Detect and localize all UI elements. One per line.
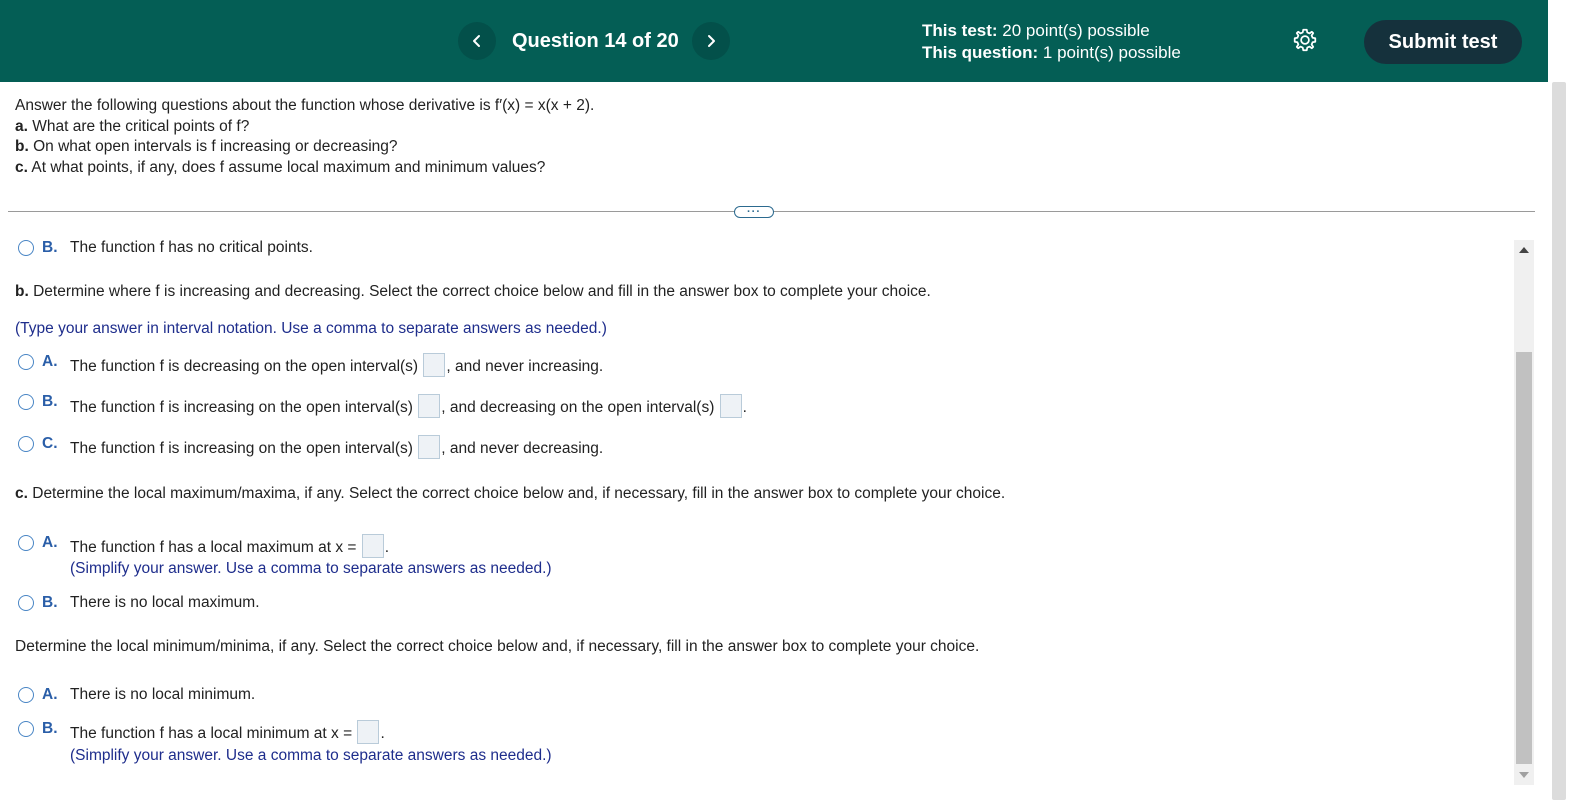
part-a-option-b-radio[interactable] bbox=[18, 240, 34, 256]
local-min-option-b-letter: B. bbox=[42, 720, 58, 737]
question-title: Question 14 of 20 bbox=[512, 30, 679, 52]
submit-test-button[interactable]: Submit test bbox=[1364, 20, 1522, 64]
previous-question-button[interactable] bbox=[458, 22, 496, 60]
question-points-label: This question: bbox=[922, 43, 1039, 62]
prompt-part-b: b. On what open intervals is f increasin… bbox=[15, 138, 398, 155]
expand-toggle-button[interactable]: ··· bbox=[734, 206, 774, 218]
local-max-option-a-radio[interactable] bbox=[18, 535, 34, 551]
answer-area-scrollbar[interactable] bbox=[1514, 240, 1534, 785]
local-min-option-a-text: There is no local minimum. bbox=[70, 686, 256, 703]
scroll-down-arrow-icon[interactable] bbox=[1519, 772, 1529, 778]
answer-box[interactable] bbox=[719, 394, 742, 418]
local-min-option-a-radio[interactable] bbox=[18, 687, 34, 703]
settings-gear-icon[interactable] bbox=[1292, 27, 1318, 53]
chevron-left-icon bbox=[473, 35, 480, 47]
part-b-option-c-text: The function f is increasing on the open… bbox=[70, 435, 603, 461]
part-b-option-a-text: The function f is decreasing on the open… bbox=[70, 353, 603, 379]
window-scrollbar-thumb[interactable] bbox=[1552, 82, 1566, 800]
next-question-button[interactable] bbox=[692, 22, 730, 60]
part-b-option-c-radio[interactable] bbox=[18, 436, 34, 452]
part-b-option-b-text: The function f is increasing on the open… bbox=[70, 394, 747, 420]
answer-box[interactable] bbox=[423, 353, 446, 377]
question-prompt: Answer the following questions about the… bbox=[15, 96, 594, 178]
local-min-instruction: Determine the local minimum/minima, if a… bbox=[15, 638, 980, 655]
prompt-intro: Answer the following questions about the… bbox=[15, 97, 595, 114]
part-b-option-a-letter: A. bbox=[42, 353, 58, 370]
part-b-hint: (Type your answer in interval notation. … bbox=[15, 320, 607, 337]
local-max-option-b-radio[interactable] bbox=[18, 595, 34, 611]
question-points-value: 1 point(s) possible bbox=[1042, 43, 1181, 62]
scroll-up-arrow-icon[interactable] bbox=[1519, 247, 1529, 253]
part-a-option-b-letter: B. bbox=[42, 239, 58, 256]
local-min-option-b-radio[interactable] bbox=[18, 721, 34, 737]
prompt-part-c: c. At what points, if any, does f assume… bbox=[15, 158, 546, 176]
local-max-option-b-text: There is no local maximum. bbox=[70, 594, 260, 611]
answer-box[interactable] bbox=[361, 534, 384, 558]
window-scrollbar[interactable] bbox=[1548, 0, 1578, 800]
local-max-option-b-letter: B. bbox=[42, 594, 58, 611]
answer-box[interactable] bbox=[418, 435, 441, 459]
part-b-option-b-radio[interactable] bbox=[18, 394, 34, 410]
part-b-instruction: b. Determine where f is increasing and d… bbox=[15, 283, 931, 300]
answer-area-scrollbar-thumb[interactable] bbox=[1516, 352, 1532, 764]
test-points-label: This test: bbox=[922, 21, 998, 40]
local-max-option-a-text: The function f has a local maximum at x … bbox=[70, 534, 389, 560]
local-min-option-b-text: The function f has a local minimum at x … bbox=[70, 720, 385, 746]
test-points-value: 20 point(s) possible bbox=[1002, 21, 1150, 40]
part-b-option-b-letter: B. bbox=[42, 393, 58, 410]
chevron-right-icon bbox=[708, 35, 715, 47]
local-min-hint: (Simplify your answer. Use a comma to se… bbox=[70, 747, 552, 764]
part-b-option-c-letter: C. bbox=[42, 435, 58, 452]
local-min-option-a-letter: A. bbox=[42, 686, 58, 703]
local-max-option-a-letter: A. bbox=[42, 534, 58, 551]
prompt-part-a: a. What are the critical points of f? bbox=[15, 117, 250, 135]
part-c-instruction: c. Determine the local maximum/maxima, i… bbox=[15, 485, 1006, 502]
points-info: This test: 20 point(s) possible This que… bbox=[922, 20, 1181, 64]
local-max-hint: (Simplify your answer. Use a comma to se… bbox=[70, 560, 552, 577]
answer-box[interactable] bbox=[418, 394, 441, 418]
top-bar: Question 14 of 20 This test: 20 point(s)… bbox=[0, 0, 1548, 82]
answer-box[interactable] bbox=[357, 720, 380, 744]
part-a-option-b-text: The function f has no critical points. bbox=[70, 239, 313, 256]
part-b-option-a-radio[interactable] bbox=[18, 354, 34, 370]
